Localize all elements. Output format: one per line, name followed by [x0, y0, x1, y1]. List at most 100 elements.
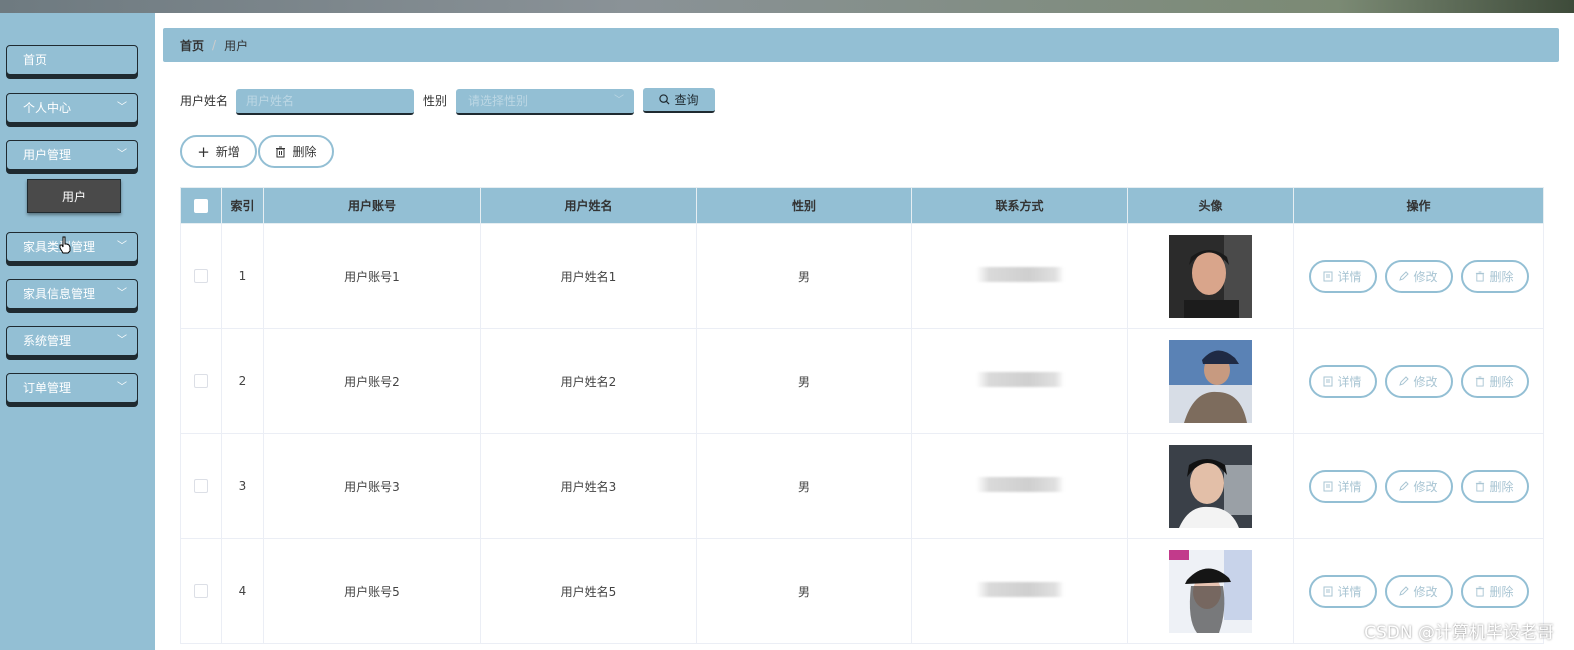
name-search-input[interactable]	[236, 89, 414, 115]
row-checkbox[interactable]	[194, 584, 208, 599]
contact-cell	[911, 328, 1128, 434]
account-cell: 用户账号1	[263, 223, 481, 329]
blurred-contact	[975, 477, 1064, 492]
edit-button-label: 修改	[1413, 479, 1438, 494]
row-delete-button-label: 删除	[1489, 479, 1514, 494]
table-row: 4 用户账号5 用户姓名5 男 详情 修改 删除	[180, 538, 1544, 644]
sidebar-item-label: 首页	[23, 53, 48, 67]
edit-button-label: 修改	[1413, 269, 1438, 284]
detail-button[interactable]: 详情	[1308, 259, 1377, 293]
edit-button[interactable]: 修改	[1384, 364, 1453, 398]
avatar-image	[1169, 339, 1252, 423]
account-cell: 用户账号3	[263, 433, 481, 539]
select-all-checkbox[interactable]	[194, 198, 208, 213]
avatar-cell	[1127, 328, 1294, 434]
contact-cell	[911, 433, 1128, 539]
breadcrumb: 首页 / 用户	[163, 28, 1559, 62]
edit-icon	[1399, 376, 1410, 386]
row-checkbox[interactable]	[194, 479, 208, 494]
row-delete-button[interactable]: 删除	[1460, 259, 1529, 293]
edit-button[interactable]: 修改	[1384, 574, 1453, 608]
chevron-down-icon: ﹀	[117, 102, 127, 113]
breadcrumb-separator: /	[212, 38, 217, 52]
actions-cell: 详情 修改 删除	[1293, 433, 1544, 539]
column-header: 操作	[1293, 187, 1544, 224]
sidebar-item-furniture-type[interactable]: 家具类型管理 ﹀	[6, 232, 138, 262]
gender-cell: 男	[696, 538, 912, 644]
search-icon	[659, 94, 670, 105]
row-select-cell	[180, 433, 222, 539]
row-delete-button-label: 删除	[1489, 269, 1514, 284]
edit-button[interactable]: 修改	[1384, 259, 1453, 293]
gender-cell: 男	[696, 223, 912, 329]
avatar-cell	[1127, 538, 1294, 644]
sidebar-item-personal-center[interactable]: 个人中心 ﹀	[6, 93, 138, 123]
plus-icon: +	[197, 142, 210, 161]
trash-icon	[1476, 271, 1485, 281]
table-header-row: 索引 用户账号 用户姓名 性别 联系方式 头像 操作	[180, 187, 1544, 224]
detail-button-label: 详情	[1337, 479, 1362, 494]
row-checkbox[interactable]	[194, 374, 208, 389]
column-header: 联系方式	[911, 187, 1128, 224]
sidebar-item-label: 订单管理	[23, 381, 72, 395]
edit-icon	[1399, 586, 1410, 596]
top-banner-strip	[0, 0, 1574, 13]
select-all-cell	[180, 187, 222, 224]
sidebar-item-label: 个人中心	[23, 101, 72, 115]
user-table: 索引 用户账号 用户姓名 性别 联系方式 头像 操作 1 用户账号1 用户姓名1 男详…	[180, 187, 1544, 644]
trash-icon	[1476, 376, 1485, 386]
row-delete-button[interactable]: 删除	[1460, 469, 1529, 503]
chevron-down-icon: ﹀	[117, 241, 127, 252]
sidebar-item-furniture-info[interactable]: 家具信息管理 ﹀	[6, 279, 138, 309]
chevron-down-icon: ﹀	[614, 95, 624, 106]
breadcrumb-current: 用户	[224, 38, 249, 53]
column-header: 头像	[1127, 187, 1294, 224]
sidebar-item-system[interactable]: 系统管理 ﹀	[6, 326, 138, 356]
row-delete-button-label: 删除	[1489, 374, 1514, 389]
edit-button[interactable]: 修改	[1384, 469, 1453, 503]
sidebar-item-home[interactable]: 首页	[6, 45, 138, 75]
sidebar-item-label: 家具信息管理	[23, 287, 96, 301]
blurred-contact	[975, 267, 1064, 282]
document-icon	[1323, 376, 1333, 386]
name-cell: 用户姓名5	[480, 538, 697, 644]
row-select-cell	[180, 223, 222, 329]
name-cell: 用户姓名1	[480, 223, 697, 329]
delete-button[interactable]: 删除	[258, 135, 334, 168]
blurred-contact	[975, 582, 1064, 597]
table-row: 2 用户账号2 用户姓名2 男 详情 修改 删除	[180, 328, 1544, 434]
row-delete-button[interactable]: 删除	[1460, 364, 1529, 398]
add-button-label: 新增	[215, 145, 240, 159]
sidebar-item-label: 用户管理	[23, 148, 72, 162]
detail-button-label: 详情	[1337, 269, 1362, 284]
submenu-item-user[interactable]: 用户	[27, 179, 121, 213]
delete-button-label: 删除	[292, 145, 317, 159]
column-header: 性别	[696, 187, 912, 224]
gender-cell: 男	[696, 433, 912, 539]
detail-button[interactable]: 详情	[1308, 574, 1377, 608]
chevron-down-icon: ﹀	[117, 335, 127, 346]
avatar-image	[1169, 444, 1252, 528]
breadcrumb-home[interactable]: 首页	[180, 37, 204, 54]
contact-cell	[911, 538, 1128, 644]
detail-button-label: 详情	[1337, 584, 1362, 599]
detail-button[interactable]: 详情	[1308, 364, 1377, 398]
trash-icon	[1476, 481, 1485, 491]
account-cell: 用户账号2	[263, 328, 481, 434]
submenu-item-label: 用户	[61, 190, 86, 204]
table-row: 1 用户账号1 用户姓名1 男 详情 修改 删除	[180, 223, 1544, 329]
document-icon	[1323, 586, 1333, 596]
edit-icon	[1399, 481, 1410, 491]
trash-icon	[1476, 586, 1485, 596]
sidebar-item-user-management[interactable]: 用户管理 ﹀	[6, 140, 138, 170]
sidebar-item-orders[interactable]: 订单管理 ﹀	[6, 373, 138, 403]
add-button[interactable]: + 新增	[180, 135, 257, 168]
gender-filter-label: 性别	[423, 94, 448, 108]
detail-button[interactable]: 详情	[1308, 469, 1377, 503]
query-button[interactable]: 查询	[643, 88, 715, 113]
gender-select[interactable]: 请选择性别 ﹀	[456, 89, 634, 115]
row-delete-button[interactable]: 删除	[1460, 574, 1529, 608]
edit-icon	[1399, 271, 1410, 281]
hand-cursor-icon	[59, 236, 71, 254]
row-checkbox[interactable]	[194, 269, 208, 284]
